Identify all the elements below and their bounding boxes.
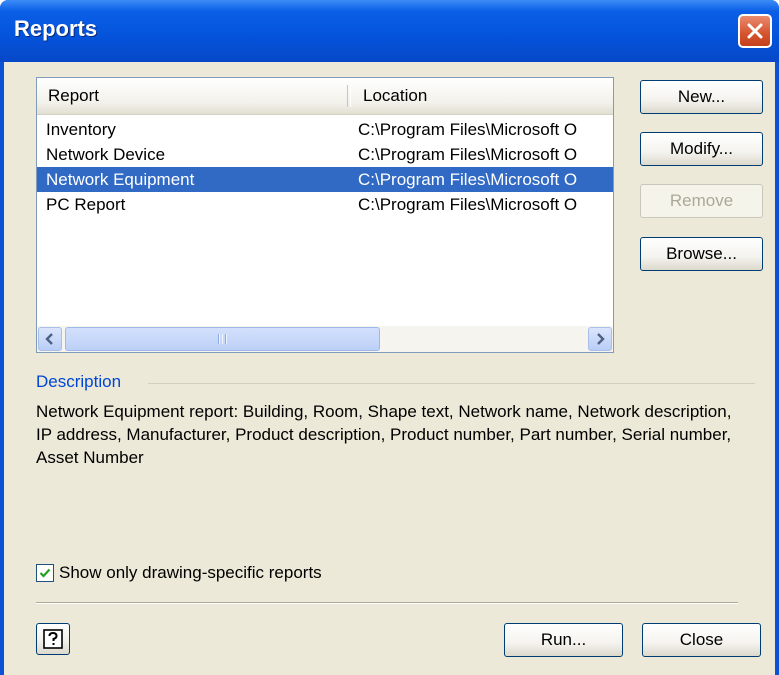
drawing-specific-checkbox[interactable] [36,564,54,582]
horizontal-scrollbar[interactable] [37,326,613,352]
title-close-button[interactable] [738,14,772,48]
report-location: C:\Program Files\Microsoft O [358,145,578,164]
help-icon [43,629,63,649]
remove-button[interactable]: Remove [640,184,763,218]
reports-list[interactable]: Report Location Inventory C:\Program Fil… [36,77,614,353]
report-location: C:\Program Files\Microsoft O [358,195,578,214]
list-header: Report Location [37,78,613,115]
list-row[interactable]: Inventory C:\Program Files\Microsoft O [37,117,613,142]
modify-button[interactable]: Modify... [640,132,763,166]
footer-divider [36,602,738,604]
help-button[interactable] [36,623,70,655]
description-label: Description [36,372,122,391]
title-bar[interactable]: Reports [0,0,779,62]
list-rows: Inventory C:\Program Files\Microsoft O N… [37,117,613,217]
report-name: Inventory [46,120,116,139]
report-location: C:\Program Files\Microsoft O [358,170,578,189]
run-button[interactable]: Run... [504,623,623,657]
scroll-left-button[interactable] [38,327,62,351]
list-row[interactable]: Network Equipment C:\Program Files\Micro… [37,167,613,192]
drawing-specific-option[interactable]: Show only drawing-specific reports [36,563,322,583]
description-divider [148,383,755,384]
report-name: PC Report [46,195,126,214]
checkmark-icon [39,568,51,578]
scroll-thumb[interactable] [65,327,380,351]
close-button[interactable]: Close [642,623,761,657]
description-text: Network Equipment report: Building, Room… [36,402,732,467]
checkbox-label[interactable]: Show only drawing-specific reports [59,563,322,583]
list-row[interactable]: PC Report C:\Program Files\Microsoft O [37,192,613,217]
report-name: Network Device [46,145,166,164]
scroll-right-button[interactable] [588,327,612,351]
grip-icon [218,334,228,344]
report-location: C:\Program Files\Microsoft O [358,120,578,139]
column-header-location[interactable]: Location [349,78,613,114]
chevron-left-icon [45,333,53,345]
reports-dialog: Reports Report Location Inventory C:\Pro… [0,0,779,675]
chevron-right-icon [597,333,605,345]
list-row[interactable]: Network Device C:\Program Files\Microsof… [37,142,613,167]
new-button[interactable]: New... [640,80,763,114]
column-header-report[interactable]: Report [37,78,349,114]
dialog-title: Reports [14,16,98,41]
browse-button[interactable]: Browse... [640,237,763,271]
close-icon [747,23,763,39]
report-name: Network Equipment [46,170,195,189]
